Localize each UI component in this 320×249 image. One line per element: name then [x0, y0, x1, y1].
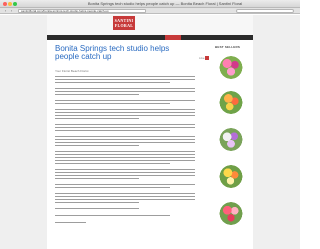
- article-paragraph: [55, 151, 195, 166]
- window-title: Bonita Springs tech studio helps people …: [87, 1, 243, 6]
- sidebar-heading: BEST SELLERS: [215, 45, 241, 49]
- window-titlebar: Bonita Springs tech studio helps people …: [0, 0, 300, 8]
- main-content: Bonita Springs tech studio helps people …: [47, 40, 253, 249]
- product-image[interactable]: [218, 89, 244, 116]
- close-icon[interactable]: [3, 2, 7, 6]
- article-paragraph: [55, 215, 195, 218]
- browser-toolbar: ‹ › santinifloral.com/bonita-springs-tec…: [0, 8, 300, 14]
- article-paragraph: [55, 124, 195, 133]
- article-paragraph: [55, 136, 195, 148]
- article-byline: Your Florist Beach Florist: [55, 69, 89, 73]
- article-paragraph: [55, 76, 195, 85]
- page-background: SANTINI FLORAL Bonita Springs tech studi…: [0, 15, 300, 249]
- article-paragraph: [55, 100, 195, 106]
- browser-search-field[interactable]: [236, 9, 294, 13]
- article-headline: Bonita Springs tech studio helps people …: [55, 45, 200, 61]
- headline-line-2: people catch up: [55, 52, 112, 61]
- maximize-icon[interactable]: [13, 2, 17, 6]
- logo-text-bottom: FLORAL: [114, 23, 134, 28]
- article-paragraph: [55, 193, 195, 205]
- site-header: SANTINI FLORAL: [47, 15, 253, 35]
- article-paragraph: [55, 109, 195, 121]
- article-paragraph: [55, 208, 195, 211]
- share-badge[interactable]: [205, 56, 209, 60]
- minimize-icon[interactable]: [8, 2, 12, 6]
- like-label[interactable]: Like: [199, 56, 205, 60]
- product-image[interactable]: [218, 126, 244, 153]
- product-image[interactable]: [218, 163, 244, 190]
- article-paragraph: [55, 169, 195, 181]
- product-image[interactable]: [218, 200, 244, 227]
- article-paragraph: [55, 222, 195, 225]
- article-paragraph: [55, 88, 195, 97]
- forward-icon[interactable]: ›: [9, 9, 14, 13]
- address-bar[interactable]: santinifloral.com/bonita-springs-tech-st…: [18, 9, 146, 13]
- article-paragraph: [55, 184, 195, 190]
- site-logo[interactable]: SANTINI FLORAL: [113, 16, 135, 30]
- product-image[interactable]: [218, 54, 244, 81]
- back-icon[interactable]: ‹: [3, 9, 8, 13]
